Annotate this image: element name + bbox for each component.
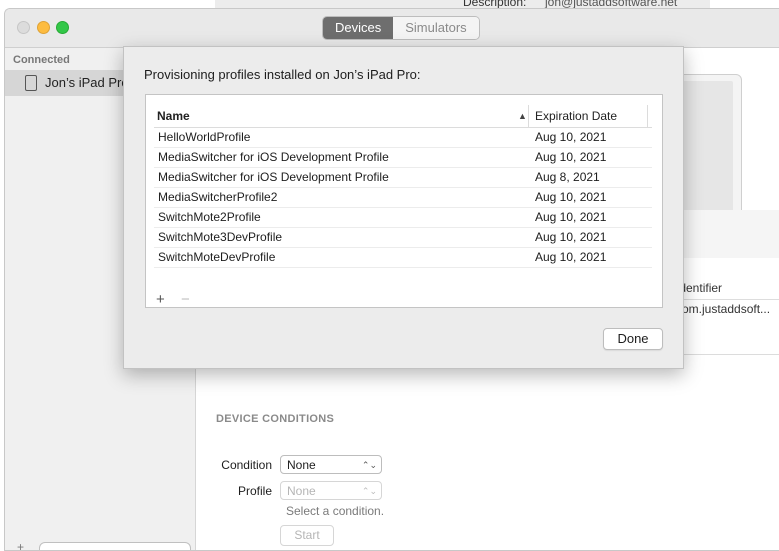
sidebar-item-label: Jon’s iPad Pro (45, 75, 129, 90)
profile-name: MediaSwitcher for iOS Development Profil… (158, 150, 389, 164)
device-conditions-title: DEVICE CONDITIONS (216, 413, 335, 425)
sidebar-section-header: Connected (13, 54, 70, 66)
profile-expiration: Aug 10, 2021 (535, 250, 607, 264)
tab-simulators[interactable]: Simulators (393, 17, 479, 39)
table-header: Name ▲ Expiration Date (154, 105, 652, 128)
profile-name: SwitchMote2Profile (158, 210, 261, 224)
condition-label: Condition (221, 458, 272, 472)
profile-expiration: Aug 10, 2021 (535, 130, 607, 144)
profile-name: MediaSwitcher for iOS Development Profil… (158, 170, 389, 184)
table-row[interactable]: MediaSwitcherProfile2 Aug 10, 2021 (154, 188, 652, 208)
profile-name: SwitchMoteDevProfile (158, 250, 276, 264)
close-button[interactable] (17, 21, 30, 34)
titlebar: Devices Simulators (5, 9, 779, 48)
profile-label: Profile (237, 484, 272, 498)
condition-select[interactable]: None ⌃⌄ (280, 455, 382, 474)
identifier-column-header[interactable]: Identifier (676, 277, 779, 300)
provisioning-profiles-sheet: Provisioning profiles installed on Jon’s… (123, 46, 684, 369)
condition-hint: Select a condition. (286, 504, 385, 518)
ipad-image (674, 74, 742, 226)
identifier-cell[interactable]: com.justaddsoft... (676, 299, 779, 319)
profile-expiration: Aug 8, 2021 (535, 170, 600, 184)
table-row[interactable]: SwitchMoteDevProfile Aug 10, 2021 (154, 248, 652, 268)
table-row[interactable]: SwitchMote3DevProfile Aug 10, 2021 (154, 228, 652, 248)
column-header-name[interactable]: Name ▲ (154, 105, 529, 127)
table-row[interactable]: MediaSwitcher for iOS Development Profil… (154, 148, 652, 168)
filter-input[interactable] (39, 542, 191, 550)
add-profile-button[interactable]: + (156, 291, 165, 308)
profile-expiration: Aug 10, 2021 (535, 210, 607, 224)
ipad-screen (683, 81, 733, 217)
start-button[interactable]: Start (280, 525, 334, 546)
devices-simulators-toggle: Devices Simulators (322, 16, 480, 40)
minimize-button[interactable] (37, 21, 50, 34)
profile-expiration: Aug 10, 2021 (535, 190, 607, 204)
stepper-arrows-icon: ⌃⌄ (361, 486, 377, 496)
sort-ascending-icon: ▲ (518, 111, 527, 121)
profile-expiration: Aug 10, 2021 (535, 230, 607, 244)
table-body: HelloWorldProfile Aug 10, 2021 MediaSwit… (154, 128, 652, 268)
tab-devices[interactable]: Devices (323, 17, 394, 39)
table-row[interactable]: MediaSwitcher for iOS Development Profil… (154, 168, 652, 188)
column-header-expiration[interactable]: Expiration Date (530, 105, 648, 127)
profiles-table: Name ▲ Expiration Date HelloWorldProfile… (145, 94, 663, 308)
ipad-icon (25, 75, 37, 91)
table-row[interactable]: HelloWorldProfile Aug 10, 2021 (154, 128, 652, 148)
done-button[interactable]: Done (603, 328, 663, 350)
profile-name: MediaSwitcherProfile2 (158, 190, 278, 204)
stepper-arrows-icon: ⌃⌄ (361, 460, 377, 470)
profile-name: HelloWorldProfile (158, 130, 251, 144)
remove-profile-button[interactable]: − (181, 291, 190, 308)
profile-name: SwitchMote3DevProfile (158, 230, 283, 244)
profile-select[interactable]: None ⌃⌄ (280, 481, 382, 500)
zoom-button[interactable] (56, 21, 69, 34)
profile-expiration: Aug 10, 2021 (535, 150, 607, 164)
table-row[interactable]: SwitchMote2Profile Aug 10, 2021 (154, 208, 652, 228)
add-device-button[interactable]: + (17, 540, 24, 550)
sheet-title: Provisioning profiles installed on Jon’s… (144, 67, 421, 82)
